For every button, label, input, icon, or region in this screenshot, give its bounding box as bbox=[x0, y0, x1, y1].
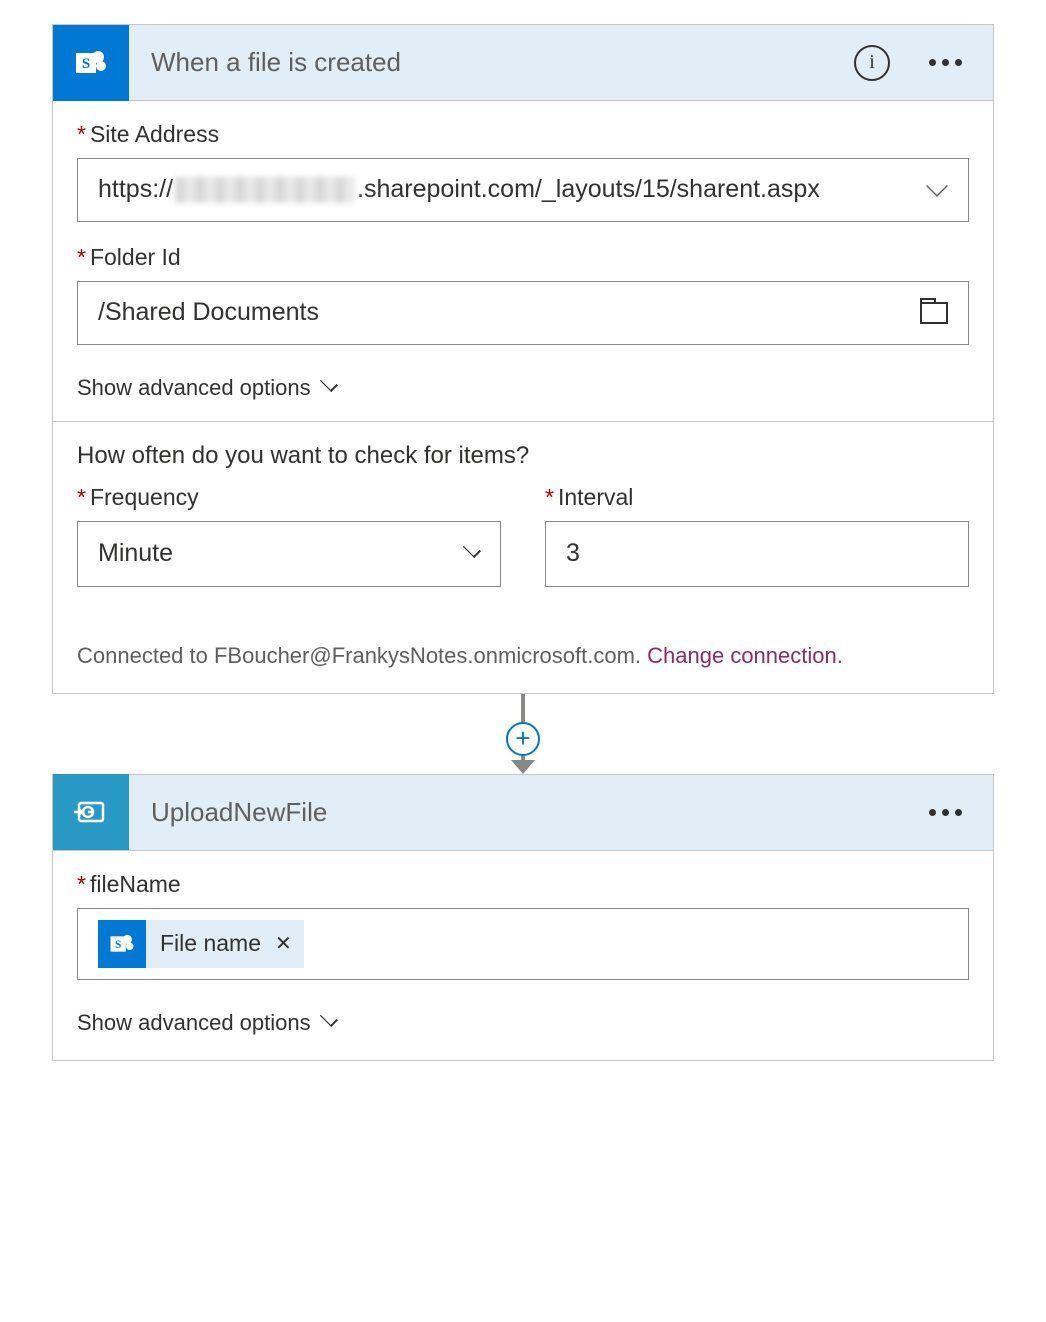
more-icon[interactable] bbox=[926, 59, 965, 66]
folder-id-field: *Folder Id /Shared Documents bbox=[77, 244, 969, 345]
show-advanced-toggle[interactable]: Show advanced options bbox=[77, 367, 969, 421]
show-advanced-toggle[interactable]: Show advanced options bbox=[77, 1002, 969, 1056]
svg-text:S: S bbox=[115, 938, 121, 950]
filename-label: *fileName bbox=[77, 871, 969, 898]
trigger-title: When a file is created bbox=[129, 47, 854, 78]
sharepoint-icon: S bbox=[98, 920, 146, 968]
redacted-segment bbox=[175, 177, 355, 203]
site-address-field: *Site Address https:// .sharepoint.com/_… bbox=[77, 121, 969, 222]
trigger-card: S When a file is created i *Site Address… bbox=[52, 24, 994, 694]
folder-id-input[interactable]: /Shared Documents bbox=[77, 281, 969, 345]
trigger-header[interactable]: S When a file is created i bbox=[53, 25, 993, 101]
frequency-value: Minute bbox=[98, 539, 454, 568]
frequency-select[interactable]: Minute bbox=[77, 521, 501, 587]
flow-connector: + bbox=[52, 694, 994, 774]
site-address-prefix: https:// bbox=[98, 173, 173, 207]
connection-account: FBoucher@FrankysNotes.onmicrosoft.com bbox=[214, 643, 635, 668]
remove-token-icon[interactable]: ✕ bbox=[275, 931, 292, 956]
folder-id-label: *Folder Id bbox=[77, 244, 969, 271]
action-card: UploadNewFile *fileName S bbox=[52, 774, 994, 1061]
info-icon[interactable]: i bbox=[854, 45, 890, 81]
folder-picker-icon[interactable] bbox=[920, 302, 948, 324]
interval-value: 3 bbox=[566, 539, 948, 568]
polling-title: How often do you want to check for items… bbox=[77, 422, 969, 484]
folder-id-value: /Shared Documents bbox=[98, 296, 906, 330]
frequency-label: *Frequency bbox=[77, 484, 501, 511]
chevron-down-icon bbox=[320, 1008, 338, 1026]
chevron-down-icon[interactable] bbox=[926, 175, 948, 197]
interval-input[interactable]: 3 bbox=[545, 521, 969, 587]
chevron-down-icon bbox=[463, 539, 481, 557]
filename-input[interactable]: S File name ✕ bbox=[77, 908, 969, 980]
add-step-button[interactable]: + bbox=[506, 722, 540, 756]
trigger-body: *Site Address https:// .sharepoint.com/_… bbox=[53, 101, 993, 693]
filename-field: *fileName S File name ✕ bbox=[77, 871, 969, 980]
token-label: File name bbox=[160, 930, 261, 957]
sharepoint-icon: S bbox=[53, 25, 129, 101]
svg-text:S: S bbox=[82, 56, 90, 72]
arrow-icon bbox=[511, 760, 535, 774]
connection-info: Connected to FBoucher@FrankysNotes.onmic… bbox=[77, 587, 969, 689]
change-connection-link[interactable]: Change connection. bbox=[647, 643, 843, 668]
more-icon[interactable] bbox=[926, 809, 965, 816]
site-address-suffix: .sharepoint.com/_layouts/15/sharent.aspx bbox=[357, 173, 820, 207]
upload-icon bbox=[53, 774, 129, 850]
interval-label: *Interval bbox=[545, 484, 969, 511]
site-address-label: *Site Address bbox=[77, 121, 969, 148]
site-address-input[interactable]: https:// .sharepoint.com/_layouts/15/sha… bbox=[77, 158, 969, 222]
polling-row: *Frequency Minute *Interval 3 bbox=[77, 484, 969, 587]
chevron-down-icon bbox=[320, 373, 338, 391]
action-body: *fileName S File name ✕ bbox=[53, 851, 993, 1060]
action-header[interactable]: UploadNewFile bbox=[53, 775, 993, 851]
action-title: UploadNewFile bbox=[129, 797, 926, 828]
filename-token[interactable]: S File name ✕ bbox=[98, 920, 304, 968]
frequency-field: *Frequency Minute bbox=[77, 484, 501, 587]
interval-field: *Interval 3 bbox=[545, 484, 969, 587]
